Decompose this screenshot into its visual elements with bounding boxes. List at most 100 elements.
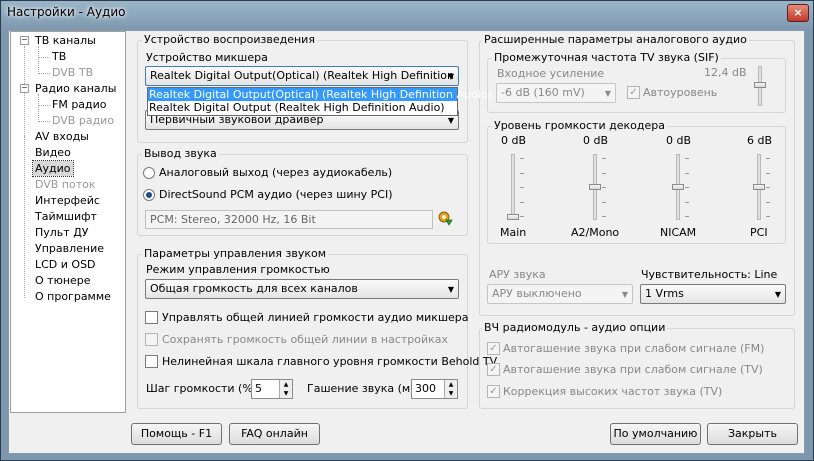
auto-level-checkbox[interactable]: ✓ — [627, 86, 640, 99]
nav-item-fm-radio[interactable]: FM радио — [52, 97, 107, 112]
mixer-option[interactable]: Realtek Digital Output(Optical) (Realtek… — [148, 88, 492, 101]
nav-item-interface[interactable]: Интерфейс — [35, 193, 100, 208]
slider-tick — [766, 172, 770, 174]
decoder-channel-label: PCI — [750, 226, 768, 239]
nav-item-remote[interactable]: Пульт ДУ — [35, 225, 89, 240]
decoder-slider-thumb[interactable] — [753, 184, 765, 190]
nav-item-about-tuner[interactable]: О тюнере — [35, 273, 91, 288]
nav-item-video[interactable]: Видео — [35, 145, 71, 160]
manage-mixer-label: Управлять общей линией громкости аудио м… — [162, 311, 469, 324]
nav-item-about-program[interactable]: О программе — [35, 289, 111, 304]
fm-mute-checkbox[interactable]: ✓ — [487, 342, 500, 355]
tree-line — [38, 94, 39, 122]
volume-mode-label: Режим управления громкостью — [146, 263, 330, 276]
slider-tick — [602, 187, 606, 188]
collapse-icon[interactable]: − — [20, 84, 29, 93]
nav-item-control[interactable]: Управление — [35, 241, 104, 256]
agc-select[interactable]: АРУ выключено ▼ — [487, 284, 633, 304]
save-volume-checkbox[interactable] — [145, 333, 158, 346]
decoder-db-readout: 0 dB — [583, 134, 609, 147]
analog-group-label: Расширенные параметры аналогового аудио — [482, 33, 749, 46]
decoder-slider-thumb[interactable] — [507, 214, 519, 220]
analog-output-radio[interactable] — [143, 167, 155, 179]
window-close-button[interactable]: × — [787, 4, 809, 22]
input-gain-label: Входное усиление — [497, 67, 605, 80]
slider-tick — [685, 172, 689, 174]
tree-line — [38, 46, 39, 74]
directsound-radio[interactable] — [143, 189, 155, 201]
spin-down-icon[interactable]: ▼ — [279, 389, 292, 398]
nav-item-lcd-osd[interactable]: LCD и OSD — [35, 257, 96, 272]
chevron-down-icon: ▼ — [621, 290, 628, 299]
mixer-device-select[interactable]: Realtek Digital Output(Optical) (Realtek… — [145, 66, 459, 86]
volume-mode-value: Общая громкость для всех каналов — [150, 282, 358, 295]
chevron-down-icon: ▼ — [604, 89, 611, 98]
tv-mute-checkbox[interactable]: ✓ — [487, 363, 500, 376]
defaults-button[interactable]: По умолчанию — [610, 423, 701, 445]
decoder-db-readout: 0 dB — [501, 134, 527, 147]
nav-item-dvb-tv[interactable]: DVB ТВ — [52, 65, 93, 80]
agc-value: АРУ выключено — [492, 287, 582, 300]
fm-mute-label: Автогашение звука при слабом сигнале (FM… — [503, 342, 765, 355]
rf-group-label: ВЧ радиомодуль - аудио опции — [482, 321, 668, 334]
directsound-label: DirectSound PCM аудио (через шину PCI) — [159, 188, 393, 201]
tree-line — [24, 46, 25, 144]
tree-line — [38, 73, 50, 74]
slider-tick — [520, 172, 524, 174]
volume-step-value: 5 — [255, 382, 262, 395]
nav-item-av-inputs[interactable]: AV входы — [35, 129, 89, 144]
nav-item-dvb-stream[interactable]: DVB поток — [35, 177, 96, 192]
manage-mixer-checkbox[interactable] — [145, 311, 158, 324]
spin-down-icon[interactable]: ▼ — [444, 389, 457, 398]
help-button[interactable]: Помощь - F1 — [131, 423, 222, 445]
slider-tick — [685, 201, 689, 203]
slider-tick — [520, 216, 524, 217]
nav-item-timeshift[interactable]: Таймшифт — [35, 209, 97, 224]
collapse-icon[interactable]: − — [20, 36, 29, 45]
nav-item-audio[interactable]: Аудио — [32, 160, 74, 177]
volume-mode-select[interactable]: Общая громкость для всех каналов ▼ — [145, 279, 459, 299]
input-gain-select[interactable]: -6 dB (160 mV) ▼ — [496, 83, 616, 103]
slider-tick — [766, 187, 770, 188]
tree-line — [38, 121, 50, 122]
nonlinear-scale-checkbox[interactable] — [145, 355, 158, 368]
mixer-device-value: Realtek Digital Output(Optical) (Realtek… — [150, 69, 459, 82]
slider-tick — [602, 158, 606, 159]
decoder-db-readout: 6 dB — [747, 134, 773, 147]
sensitivity-select[interactable]: 1 Vrms ▼ — [640, 284, 786, 304]
analog-output-label: Аналоговый выход (через аудиокабель) — [159, 166, 393, 179]
nav-item-radio-channels[interactable]: Радио каналы — [35, 81, 116, 96]
mute-fade-spinner[interactable]: 300 ▲ ▼ — [411, 379, 458, 399]
volume-step-spinner[interactable]: 5 ▲ ▼ — [251, 379, 293, 399]
slider-tick — [766, 216, 770, 217]
decoder-slider-thumb[interactable] — [589, 184, 601, 190]
playback-group-label: Устройство воспроизведения — [142, 33, 317, 46]
mixer-device-dropdown[interactable]: Realtek Digital Output(Optical) (Realtek… — [147, 87, 492, 116]
slider-tick — [520, 201, 524, 203]
pcm-info-field: PCM: Stereo, 32000 Hz, 16 Bit — [145, 210, 433, 229]
audio-settings-icon[interactable] — [437, 210, 453, 226]
nav-item-dvb-radio[interactable]: DVB радио — [52, 113, 114, 128]
input-gain-slider-thumb[interactable] — [754, 82, 766, 88]
slider-tick — [685, 187, 689, 188]
input-gain-db: 12,4 dB — [704, 66, 747, 79]
decoder-channel-label: NICAM — [660, 226, 697, 239]
decoder-slider-thumb[interactable] — [672, 184, 684, 190]
decoder-db-readout: 0 dB — [666, 134, 692, 147]
chevron-down-icon: ▼ — [774, 290, 781, 299]
slider-tick — [520, 187, 524, 188]
mixer-option[interactable]: Realtek Digital Output (Realtek High Def… — [148, 101, 457, 114]
sensitivity-label: Чувствительность: Line — [641, 268, 778, 281]
output-group-label: Вывод звука — [142, 147, 219, 160]
close-button[interactable]: Закрыть — [707, 423, 798, 445]
hf-correction-checkbox[interactable]: ✓ — [487, 385, 500, 398]
agc-label: АРУ звука — [489, 268, 546, 281]
nav-item-tv[interactable]: ТВ — [52, 49, 66, 64]
decoder-volume-group — [487, 126, 786, 244]
nonlinear-scale-label: Нелинейная шкала главного уровня громкос… — [162, 355, 498, 368]
title-bar[interactable]: Настройки - Аудио × — [1, 1, 813, 25]
volume-step-label: Шаг громкости (%) — [146, 382, 258, 395]
slider-tick — [602, 172, 606, 174]
nav-item-tv-channels[interactable]: ТВ каналы — [35, 33, 96, 48]
faq-button[interactable]: FAQ онлайн — [229, 423, 320, 445]
